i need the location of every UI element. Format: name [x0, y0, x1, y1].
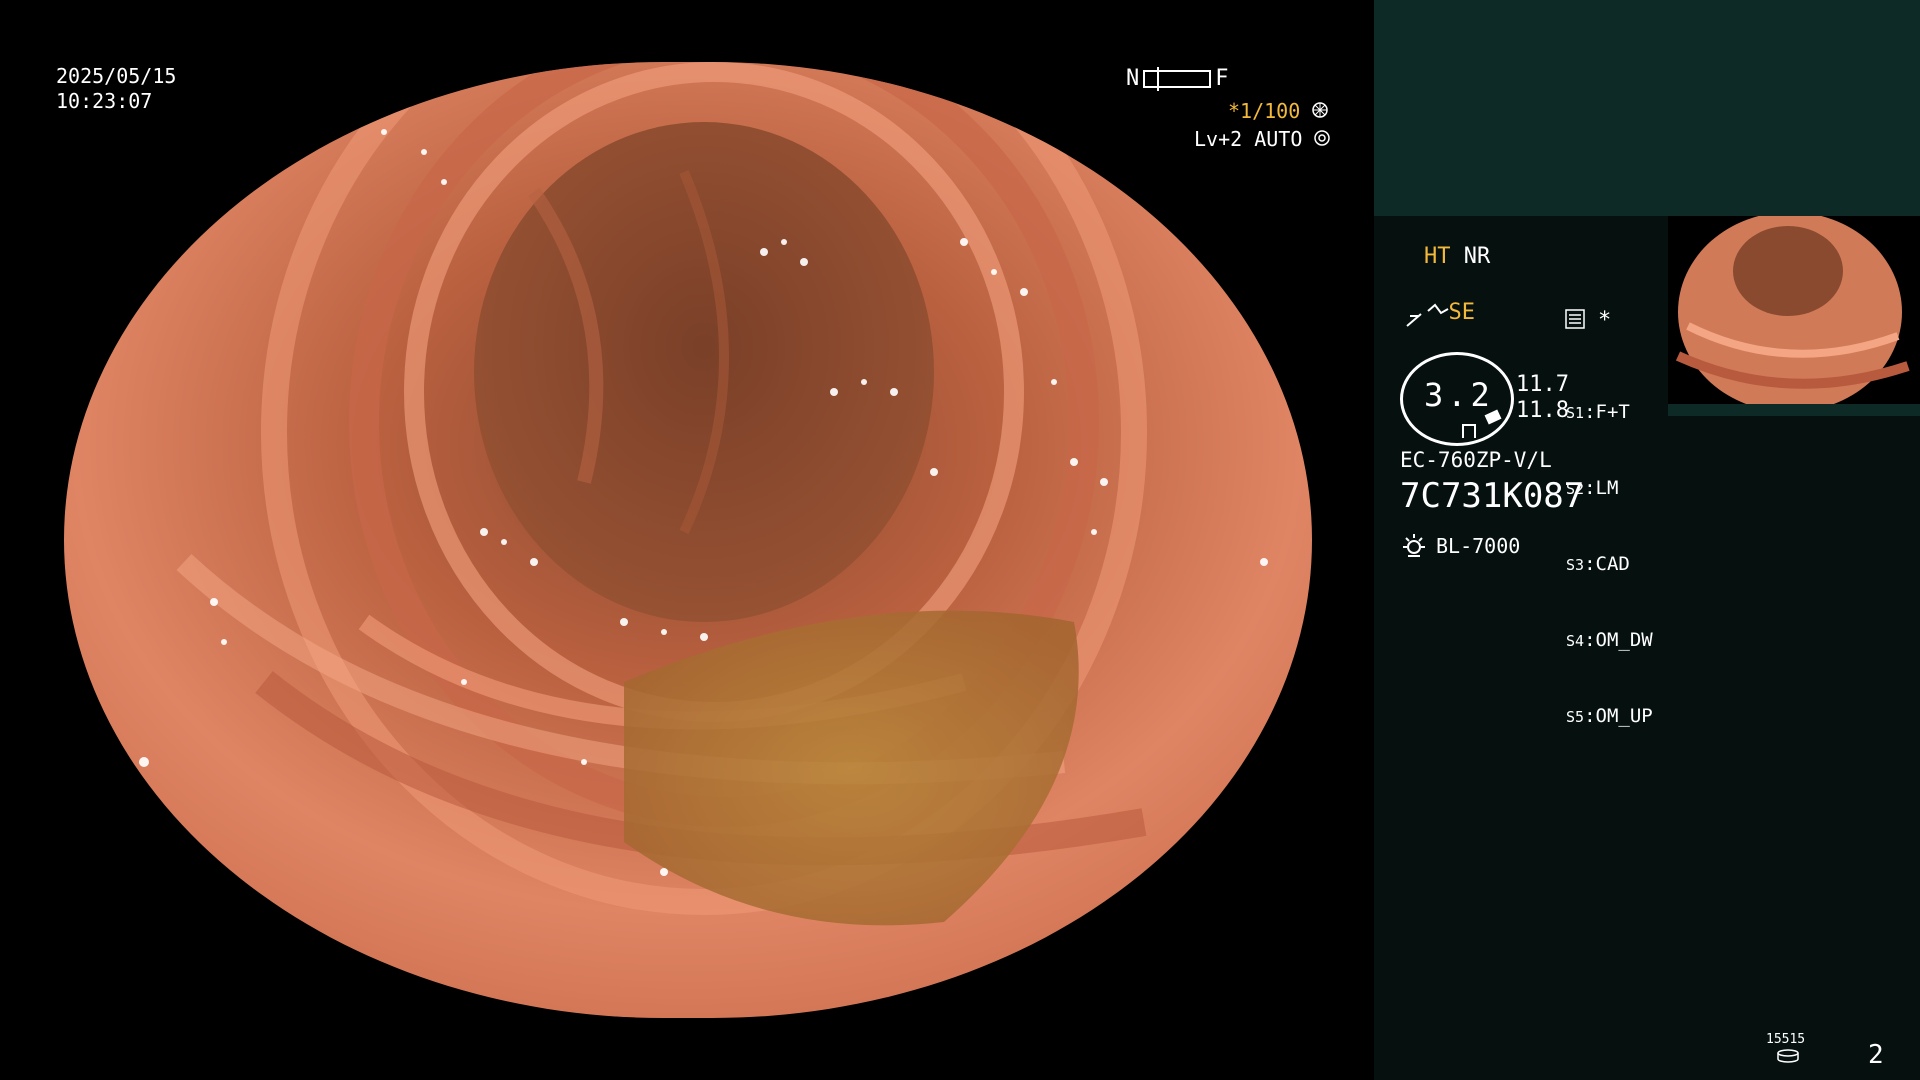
- near-label: N: [1126, 66, 1140, 91]
- near-far-indicator: N F: [1126, 66, 1229, 91]
- level-readout: Lv+2 AUTO: [1194, 127, 1331, 151]
- scope-serial: 7C731K087: [1400, 476, 1585, 516]
- switch-item: S4:OM_DW: [1566, 629, 1653, 651]
- ht-nr-row: HT NR: [1424, 244, 1490, 269]
- iris-mode: AUTO: [1254, 127, 1303, 151]
- zoom-mark: [1462, 424, 1476, 438]
- value-2: 11.8: [1516, 398, 1569, 423]
- shutter-value: *1/100: [1228, 99, 1301, 123]
- lamp-icon: [1403, 534, 1425, 557]
- switch-item: S1:F+T: [1566, 401, 1630, 423]
- nr-label: NR: [1463, 244, 1491, 269]
- light-source-name: BL-7000: [1436, 534, 1521, 558]
- asterisk-mark: *: [1598, 308, 1612, 333]
- shutter-readout: *1/100: [1228, 99, 1329, 123]
- captured-thumbnail[interactable]: [1668, 216, 1920, 404]
- datetime: 2025/05/15 10:23:07: [56, 64, 176, 114]
- memo-icon: [1564, 308, 1586, 334]
- auto-iris-icon: [1314, 130, 1331, 146]
- switch-list: S1:F+T S2:LM S3:CAD S4:OM_DW S5:OM_UP: [1566, 350, 1653, 755]
- endoscope-image: [64, 62, 1312, 1018]
- level-value: Lv+2: [1194, 127, 1243, 151]
- switch-item: S5:OM_UP: [1566, 705, 1653, 727]
- freeze-icon: [1404, 310, 1424, 334]
- light-source-row: BL-7000: [1400, 532, 1520, 560]
- switch-item: S3:CAD: [1566, 553, 1630, 575]
- disk-icon: [1776, 1048, 1800, 1068]
- endoscope-view: [64, 62, 1312, 1018]
- image-counter: 15515: [1766, 1032, 1806, 1047]
- far-label: F: [1215, 66, 1229, 91]
- panel-header: [1374, 0, 1920, 216]
- value-1: 11.7: [1516, 372, 1569, 397]
- page-number: 2: [1868, 1040, 1884, 1070]
- aperture-icon: [1312, 102, 1329, 118]
- thumbnail-caption: [1668, 404, 1920, 416]
- focus-bar: [1143, 66, 1212, 91]
- date-text: 2025/05/15: [56, 64, 177, 88]
- se-label: SE: [1448, 300, 1476, 325]
- time-text: 10:23:07: [56, 89, 153, 113]
- scope-model: EC-760ZP-V/L: [1400, 448, 1552, 472]
- ht-label: HT: [1424, 244, 1451, 269]
- scope-enhance-icon: [1426, 303, 1448, 315]
- zoom-value: 3.2: [1424, 376, 1494, 414]
